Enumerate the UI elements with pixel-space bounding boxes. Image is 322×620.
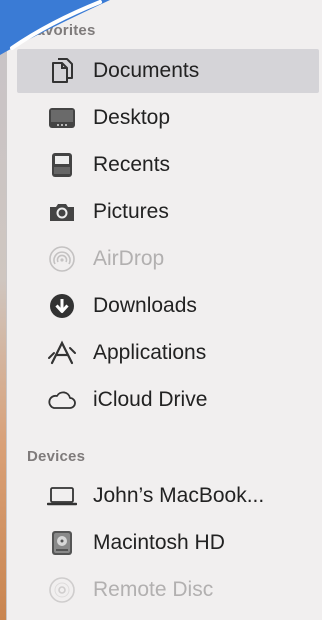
camera-icon (47, 197, 77, 227)
sidebar-item-label: Documents (93, 59, 200, 82)
sidebar-item-icloud-drive[interactable]: iCloud Drive (17, 378, 319, 422)
sidebar-item-downloads[interactable]: Downloads (17, 284, 319, 328)
recents-icon (47, 150, 77, 180)
sidebar-item-label: AirDrop (93, 247, 165, 270)
laptop-icon (47, 481, 77, 511)
sidebar-item-label: Remote Disc (93, 578, 214, 601)
sidebar-item-label: Applications (93, 341, 207, 364)
hard-drive-icon (47, 528, 77, 558)
airdrop-icon (47, 244, 77, 274)
cloud-icon (47, 385, 77, 415)
applications-icon (47, 338, 77, 368)
sidebar-item-applications[interactable]: Applications (17, 331, 319, 375)
sidebar-item-pictures[interactable]: Pictures (17, 190, 319, 234)
section-header-devices: Devices (27, 448, 86, 465)
finder-sidebar: Favorites Documents Desktop Recents Pict… (6, 0, 322, 620)
sidebar-item-remote-disc[interactable]: Remote Disc (17, 568, 319, 612)
sidebar-item-macbook[interactable]: John’s MacBook... (17, 474, 319, 518)
sidebar-item-label: John’s MacBook... (93, 484, 265, 507)
sidebar-item-label: Downloads (93, 294, 197, 317)
sidebar-item-label: Pictures (93, 200, 169, 223)
section-header-favorites: Favorites (27, 22, 96, 39)
documents-icon (47, 56, 77, 86)
download-icon (47, 291, 77, 321)
sidebar-item-label: Recents (93, 153, 171, 176)
disc-icon (47, 575, 77, 605)
sidebar-item-macintosh-hd[interactable]: Macintosh HD (17, 521, 319, 565)
sidebar-item-label: iCloud Drive (93, 388, 208, 411)
sidebar-item-desktop[interactable]: Desktop (17, 96, 319, 140)
sidebar-item-label: Macintosh HD (93, 531, 225, 554)
sidebar-item-label: Desktop (93, 106, 171, 129)
sidebar-item-recents[interactable]: Recents (17, 143, 319, 187)
sidebar-item-airdrop[interactable]: AirDrop (17, 237, 319, 281)
sidebar-item-documents[interactable]: Documents (17, 49, 319, 93)
desktop-icon (47, 103, 77, 133)
